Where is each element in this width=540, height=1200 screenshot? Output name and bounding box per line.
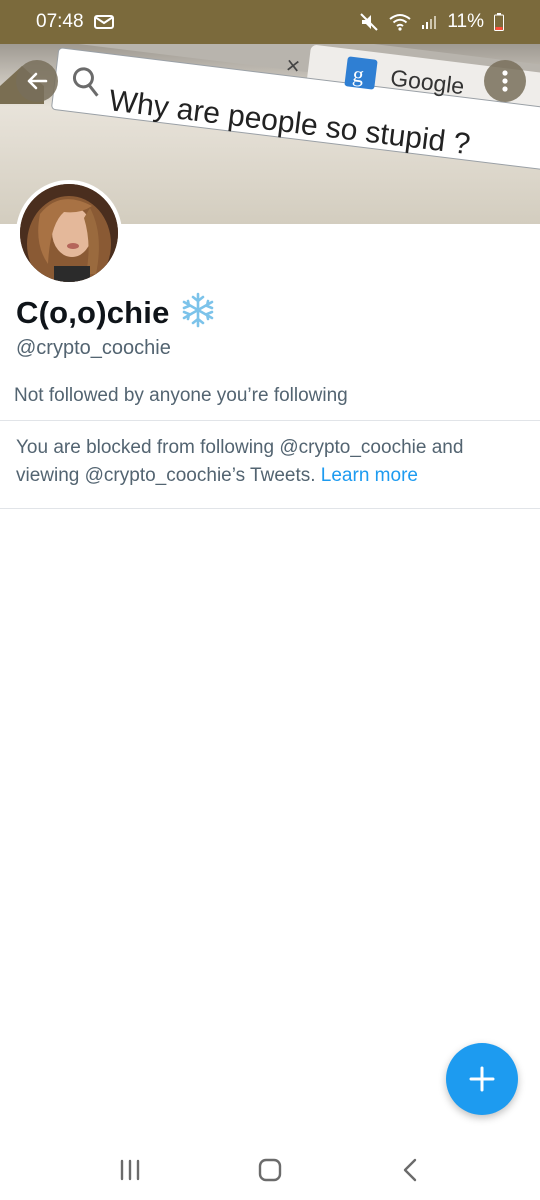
avatar[interactable] bbox=[16, 180, 122, 286]
display-name: C(o,o)chie bbox=[16, 294, 170, 330]
more-options-button[interactable] bbox=[484, 60, 526, 102]
divider bbox=[0, 420, 540, 421]
home-icon bbox=[258, 1158, 282, 1182]
back-nav-button[interactable] bbox=[380, 1145, 440, 1195]
system-nav-bar bbox=[0, 1140, 540, 1200]
wifi-icon bbox=[389, 13, 411, 31]
chevron-left-icon bbox=[403, 1158, 417, 1182]
blocked-notice: You are blocked from following @crypto_c… bbox=[16, 434, 516, 490]
recent-apps-button[interactable] bbox=[100, 1145, 160, 1195]
more-vertical-icon bbox=[502, 70, 508, 92]
signal-icon bbox=[421, 14, 437, 30]
plus-icon bbox=[469, 1066, 495, 1092]
home-button[interactable] bbox=[240, 1145, 300, 1195]
avatar-image bbox=[20, 184, 118, 282]
display-name-row: C(o,o)chie bbox=[16, 292, 216, 333]
divider bbox=[0, 508, 540, 509]
back-button[interactable] bbox=[16, 60, 58, 102]
user-handle: @crypto_coochie bbox=[16, 337, 171, 359]
recent-apps-icon bbox=[120, 1159, 140, 1181]
status-time: 07:48 bbox=[36, 11, 84, 32]
followed-by-note: Not followed by anyone you’re following bbox=[14, 385, 348, 406]
message-icon bbox=[93, 14, 114, 30]
mute-icon bbox=[359, 12, 379, 32]
snowflake-icon bbox=[180, 292, 216, 333]
status-bar: 07:48 11% bbox=[0, 0, 540, 44]
learn-more-link[interactable]: Learn more bbox=[321, 465, 418, 486]
compose-tweet-button[interactable] bbox=[446, 1043, 518, 1115]
arrow-left-icon bbox=[27, 72, 48, 90]
battery-icon bbox=[494, 13, 504, 31]
battery-percent: 11% bbox=[447, 11, 484, 32]
